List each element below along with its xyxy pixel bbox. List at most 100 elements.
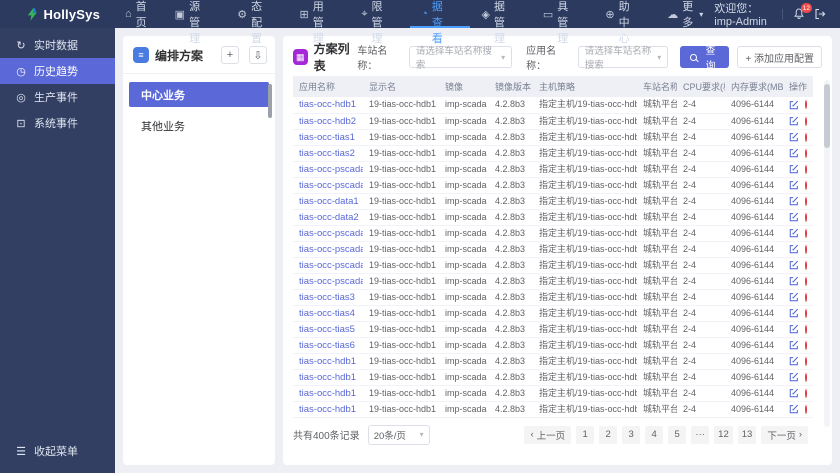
edit-icon[interactable] [789,164,799,174]
disable-icon[interactable] [805,260,807,270]
plan-item[interactable]: 其他业务 [129,113,269,138]
edit-icon[interactable] [789,100,799,110]
edit-icon[interactable] [789,260,799,270]
page-number-button[interactable]: 1 [576,425,595,444]
search-button[interactable]: 查询 [680,46,730,72]
station-cell: 城轨平台 [637,321,677,338]
logout-icon[interactable] [814,8,826,20]
app-name-link[interactable]: tias-occ-hdb1 [299,356,356,367]
plan-scrollbar-thumb[interactable] [268,84,272,118]
disable-icon[interactable] [805,228,807,238]
page-size-select[interactable]: 20条/页 ▾ [367,424,430,445]
page-number-button[interactable]: 12 [714,425,733,444]
plan-item[interactable]: 中心业务 [129,82,269,107]
disable-icon[interactable] [805,164,807,174]
app-name-link[interactable]: tias-occ-data1 [299,196,359,207]
disable-icon[interactable] [805,292,807,302]
nav-item[interactable]: ▭ 工具管理 [532,0,595,45]
edit-icon[interactable] [789,324,799,334]
edit-icon[interactable] [789,356,799,366]
edit-icon[interactable] [789,276,799,286]
disable-icon[interactable] [805,372,807,382]
sidebar-item[interactable]: ↻ 实时数据 [0,32,115,58]
sidebar-item[interactable]: ⊡ 系统事件 [0,110,115,136]
sidebar-item[interactable]: ◎ 生产事件 [0,84,115,110]
download-plan-button[interactable]: ⇩ [249,46,267,64]
edit-icon[interactable] [789,404,799,414]
notification-bell-icon[interactable]: 12 [793,3,812,20]
edit-icon[interactable] [789,244,799,254]
edit-icon[interactable] [789,196,799,206]
edit-icon[interactable] [789,132,799,142]
disable-icon[interactable] [805,116,807,126]
nav-item[interactable]: ⊞ 应用管理 [288,0,350,45]
disable-icon[interactable] [805,180,807,190]
app-name-link[interactable]: tias-occ-tias1 [299,132,355,143]
nav-item[interactable]: ◈ 数据管理 [470,0,531,45]
nav-item[interactable]: ⚙ 组态配置 [226,0,288,45]
edit-icon[interactable] [789,308,799,318]
page-number-button[interactable]: ··· [691,425,710,444]
app-name-link[interactable]: tias-occ-tias2 [299,148,355,159]
nav-item[interactable]: ⌂ 首页 [114,0,164,29]
edit-icon[interactable] [789,228,799,238]
app-name-link[interactable]: tias-occ-data2 [299,212,359,223]
page-number-button[interactable]: 3 [622,425,641,444]
app-name-link[interactable]: tias-occ-pscada4 [299,244,363,255]
collapse-menu-button[interactable]: ☰ 收起菜单 [0,439,115,463]
edit-icon[interactable] [789,148,799,158]
add-app-config-button[interactable]: + 添加应用配置 [737,46,823,68]
disable-icon[interactable] [805,340,807,350]
nav-item[interactable]: ⌖ 权限管理 [350,0,410,45]
app-name-link[interactable]: tias-occ-hdb1 [299,99,356,110]
disable-icon[interactable] [805,308,807,318]
app-name-link[interactable]: tias-occ-tias4 [299,308,355,319]
disable-icon[interactable] [805,132,807,142]
edit-icon[interactable] [789,292,799,302]
app-name-link[interactable]: tias-occ-tias5 [299,324,355,335]
disable-icon[interactable] [805,324,807,334]
disable-icon[interactable] [805,356,807,366]
app-name-link[interactable]: tias-occ-hdb1 [299,404,356,415]
page-number-button[interactable]: 5 [668,425,687,444]
edit-icon[interactable] [789,388,799,398]
edit-icon[interactable] [789,212,799,222]
disable-icon[interactable] [805,148,807,158]
page-number-button[interactable]: 2 [599,425,618,444]
add-plan-button[interactable]: + [221,46,239,64]
station-select[interactable]: 请选择车站名称搜索 ▾ [408,46,513,71]
disable-icon[interactable] [805,100,807,110]
app-select[interactable]: 请选择车站名称搜索 ▾ [577,46,669,71]
app-name-link[interactable]: tias-occ-pscada3 [299,228,363,239]
edit-icon[interactable] [789,116,799,126]
table-header-cell: 显示名 [363,76,439,97]
edit-icon[interactable] [789,372,799,382]
page-number-button[interactable]: 13 [737,425,757,444]
nav-item[interactable]: ◔ 数据查看 [410,0,471,45]
disable-icon[interactable] [805,388,807,398]
disable-icon[interactable] [805,212,807,222]
app-name-link[interactable]: tias-occ-hdb1 [299,388,356,399]
app-name-link[interactable]: tias-occ-pscada5 [299,260,363,271]
disable-icon[interactable] [805,244,807,254]
edit-icon[interactable] [789,180,799,190]
edit-icon[interactable] [789,340,799,350]
prev-page-button[interactable]: ‹ 上一页 [524,425,572,444]
app-name-link[interactable]: tias-occ-pscada6 [299,276,363,287]
disable-icon[interactable] [805,404,807,414]
next-page-button[interactable]: 下一页 › [761,425,808,444]
table-scrollbar-thumb[interactable] [824,84,830,148]
app-name-link[interactable]: tias-occ-hdb1 [299,372,356,383]
nav-item[interactable]: ⊕ 帮助中心 [594,0,656,45]
disable-icon[interactable] [805,196,807,206]
app-name-link[interactable]: tias-occ-hdb2 [299,116,356,127]
nav-item[interactable]: ☁ 更多 ▾ [656,0,714,29]
app-name-link[interactable]: tias-occ-tias3 [299,292,355,303]
app-name-link[interactable]: tias-occ-pscada1 [299,180,363,191]
disable-icon[interactable] [805,276,807,286]
app-name-link[interactable]: tias-occ-pscada1 [299,164,363,175]
nav-item[interactable]: ▣ 资源管理 [164,0,227,45]
sidebar-item[interactable]: ◷ 历史趋势 [0,58,115,84]
app-name-link[interactable]: tias-occ-tias6 [299,340,355,351]
page-number-button[interactable]: 4 [645,425,664,444]
